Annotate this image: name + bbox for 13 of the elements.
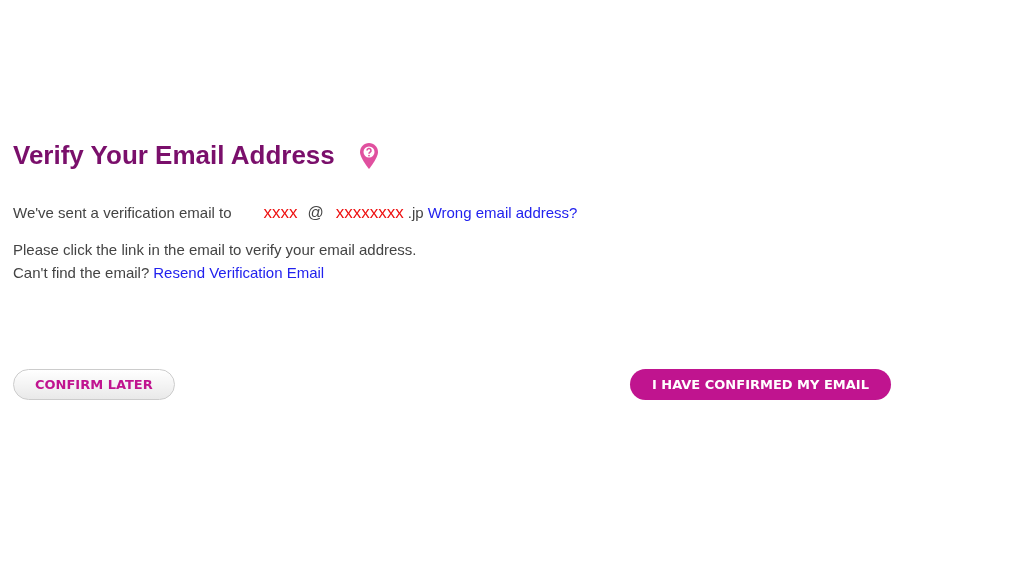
email-tld: .jp (407, 203, 424, 223)
message-text: We've sent a verification email to (13, 203, 232, 223)
at-sign: @ (307, 203, 324, 223)
message-text: Can't find the email? (13, 263, 150, 283)
help-pin-icon (358, 141, 379, 170)
instruction-text: Please click the link in the email to verify your email address. (13, 240, 417, 260)
email-domain: xxxxxxxx (335, 202, 404, 224)
confirm-later-button[interactable]: CONFIRM LATER (13, 369, 175, 400)
email-user: xxxx (263, 202, 298, 224)
wrong-email-link[interactable]: Wrong email address? (427, 201, 578, 224)
page-title: Verify Your Email Address (13, 140, 335, 171)
confirmed-button[interactable]: I HAVE CONFIRMED MY EMAIL (629, 369, 891, 400)
resend-link[interactable]: Resend Verification Email (153, 261, 325, 284)
